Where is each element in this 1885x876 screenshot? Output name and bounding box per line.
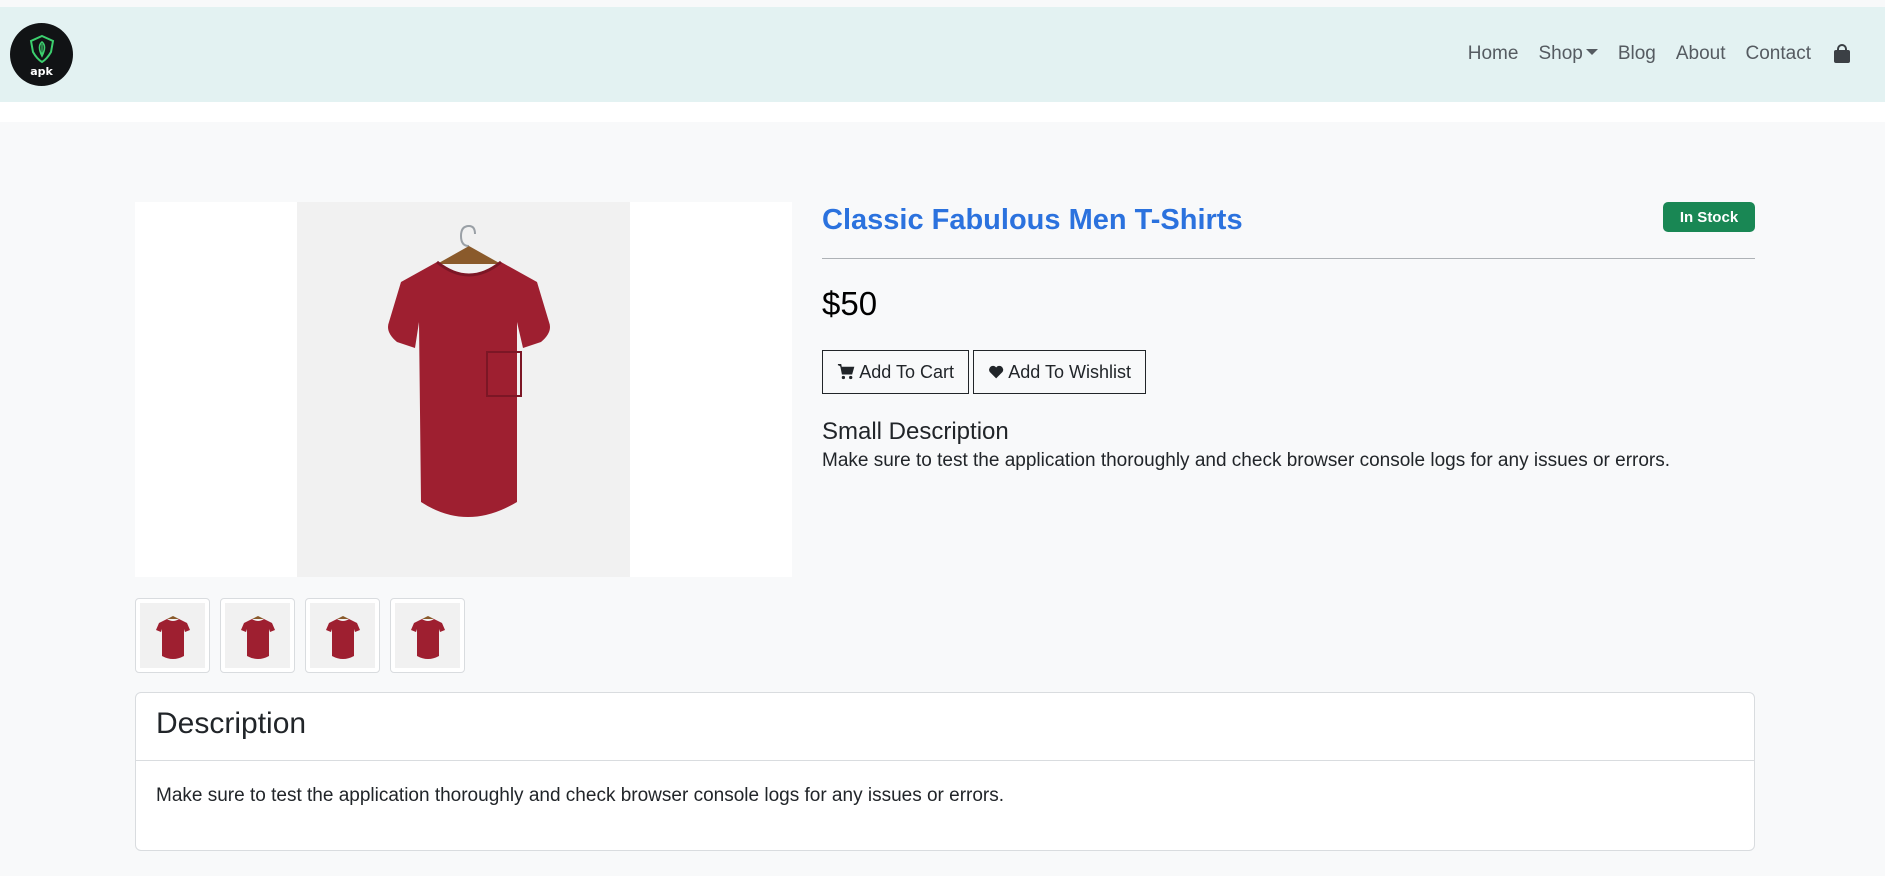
heart-icon: [989, 365, 1004, 379]
divider: [822, 258, 1755, 259]
nav-about-label: About: [1675, 43, 1726, 64]
product-title: Classic Fabulous Men T-Shirts: [822, 204, 1243, 236]
tshirt-image: [388, 224, 550, 517]
top-strip: [0, 0, 1885, 7]
header-spacer: [0, 102, 1885, 122]
product-main-image: [135, 202, 792, 577]
main-nav: Home Shop Blog About Contact: [1448, 43, 1851, 65]
tshirt-thumbnail-image: [140, 603, 205, 668]
add-to-cart-button[interactable]: Add To Cart: [822, 350, 969, 394]
shield-leaf-icon: [29, 34, 54, 63]
nav-about[interactable]: About: [1676, 43, 1726, 65]
thumbnail[interactable]: [135, 598, 210, 673]
cart-icon: [837, 364, 855, 380]
nav-shop-dropdown[interactable]: Shop: [1538, 43, 1598, 65]
navbar: apk Home Shop Blog About Contact: [0, 7, 1885, 102]
thumbnail[interactable]: [305, 598, 380, 673]
product-price: $50: [822, 285, 878, 322]
description-card: Description Make sure to test the applic…: [135, 692, 1755, 851]
add-to-wishlist-label: Add To Wishlist: [1008, 361, 1131, 382]
nav-blog[interactable]: Blog: [1618, 43, 1656, 65]
add-to-cart-label: Add To Cart: [859, 361, 954, 382]
logo-text: apk: [30, 64, 53, 78]
nav-contact-label: Contact: [1745, 43, 1811, 64]
nav-contact[interactable]: Contact: [1746, 43, 1811, 65]
nav-home-label: Home: [1467, 43, 1519, 64]
small-description-title: Small Description: [822, 418, 1009, 445]
description-body: Make sure to test the application thorou…: [156, 785, 1005, 806]
caret-down-icon: [1585, 49, 1598, 55]
tshirt-thumbnail-image: [225, 603, 290, 668]
thumbnail[interactable]: [220, 598, 295, 673]
brand-logo[interactable]: apk: [10, 23, 73, 86]
shopping-bag-icon[interactable]: [1833, 44, 1851, 64]
add-to-wishlist-button[interactable]: Add To Wishlist: [973, 350, 1146, 394]
stock-badge: In Stock: [1663, 202, 1755, 232]
nav-home[interactable]: Home: [1468, 43, 1519, 65]
thumbnail-strip: [135, 598, 475, 673]
nav-blog-label: Blog: [1617, 43, 1656, 64]
nav-shop-label: Shop: [1538, 43, 1583, 64]
tshirt-thumbnail-image: [310, 603, 375, 668]
thumbnail[interactable]: [390, 598, 465, 673]
product-image-box: [297, 202, 630, 577]
description-header: Description: [136, 693, 1754, 761]
tshirt-thumbnail-image: [395, 603, 460, 668]
small-description-text: Make sure to test the application thorou…: [822, 450, 1671, 471]
